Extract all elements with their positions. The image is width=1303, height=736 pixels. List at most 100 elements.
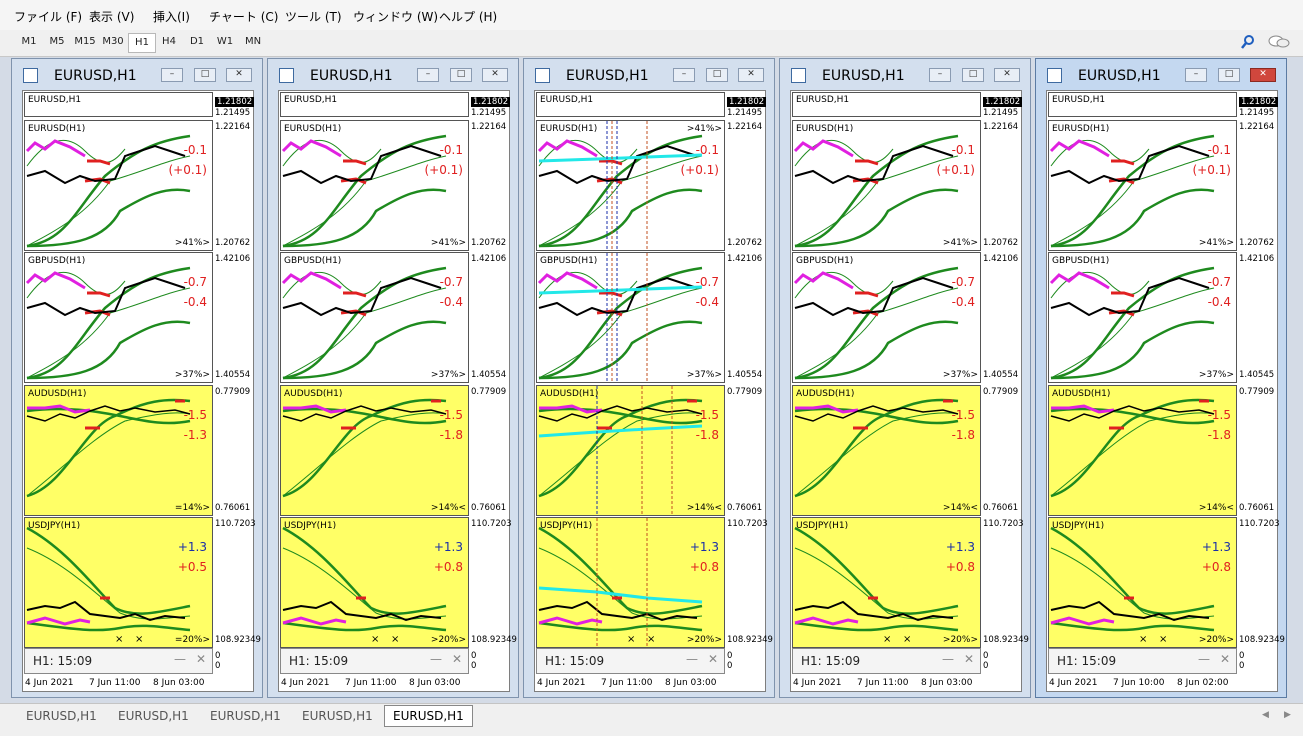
indicator-panel[interactable]: GBPUSD(H1) -0.7 -0.4 >37%>: [792, 252, 981, 383]
chart-canvas[interactable]: EURUSD,H1 1.21802 1.21495 EURUSD(H1) -0.1 (+0…: [1046, 90, 1285, 692]
price-scale-bottom: 1.40554: [215, 370, 251, 380]
menu-file[interactable]: ファイル (F): [14, 8, 82, 25]
collapse-icon[interactable]: —: [174, 652, 186, 666]
collapse-icon[interactable]: —: [430, 652, 442, 666]
strength-value-1: -0.1: [183, 143, 207, 157]
close-button[interactable]: ✕: [994, 68, 1020, 82]
strength-value-2: -0.4: [1207, 295, 1231, 309]
indicator-panel[interactable]: EURUSD(H1) -0.1 (+0.1) >41%>: [280, 120, 469, 251]
minimize-button[interactable]: –: [417, 68, 439, 82]
menu-view[interactable]: 表示 (V): [89, 8, 134, 25]
chart-tab[interactable]: EURUSD,H1: [294, 707, 381, 725]
indicator-panel[interactable]: GBPUSD(H1) -0.7 -0.4 >37%>: [24, 252, 213, 383]
close-icon[interactable]: ✕: [1220, 652, 1230, 666]
chart-canvas[interactable]: EURUSD,H1 1.21802 1.21495 EURUSD(H1) -0.1 (+0…: [790, 90, 1029, 692]
indicator-panel[interactable]: × × USDJPY(H1) +1.3 +0.8 >20%>: [1048, 517, 1237, 648]
indicator-panel[interactable]: AUDUSD(H1) -1.5 -1.3 =14%>: [24, 385, 213, 516]
price-scale-bottom: 108.92349: [983, 635, 1029, 645]
date-axis-label: 7 Jun 10:00: [1113, 678, 1165, 688]
current-price-label: 1.21802: [727, 97, 767, 107]
menu-tools[interactable]: ツール (T): [285, 8, 342, 25]
indicator-panel[interactable]: GBPUSD(H1) -0.7 -0.4 >37%>: [280, 252, 469, 383]
chart-canvas[interactable]: EURUSD,H1 1.21802 1.21495 EURUSD(H1) -0.1 (+0…: [534, 90, 773, 692]
magnifier-icon[interactable]: [1240, 34, 1256, 50]
indicator-panel[interactable]: AUDUSD(H1) -1.5 -1.8 >14%<: [280, 385, 469, 516]
close-button[interactable]: ✕: [482, 68, 508, 82]
maximize-button[interactable]: □: [450, 68, 472, 82]
close-icon[interactable]: ✕: [708, 652, 718, 666]
chart-tab[interactable]: EURUSD,H1: [110, 707, 197, 725]
indicator-panel[interactable]: × × USDJPY(H1) +1.3 +0.8 >20%>: [280, 517, 469, 648]
menu-chart[interactable]: チャート (C): [209, 8, 278, 25]
timer-panel[interactable]: H1: 15:09 — ✕: [536, 648, 725, 674]
menu-window[interactable]: ウィンドウ (W): [353, 8, 438, 25]
band-mid: [794, 412, 959, 497]
chart-canvas[interactable]: EURUSD,H1 1.21802 1.21495 EURUSD(H1) -0.1 (+0…: [278, 90, 517, 692]
indicator-panel[interactable]: AUDUSD(H1) -1.5 -1.8 >14%<: [536, 385, 725, 516]
chat-bubbles-icon[interactable]: [1267, 34, 1291, 50]
timeframe-m30[interactable]: M30: [100, 36, 126, 47]
indicator-panel[interactable]: AUDUSD(H1) -1.5 -1.8 >14%<: [792, 385, 981, 516]
indicator-plot: × ×: [538, 518, 703, 647]
menu-help[interactable]: ヘルプ (H): [439, 8, 497, 25]
close-icon[interactable]: ✕: [196, 652, 206, 666]
chart-tab[interactable]: EURUSD,H1: [18, 707, 105, 725]
window-title: EURUSD,H1: [566, 68, 649, 84]
chart-window[interactable]: EURUSD,H1– □ ✕ EURUSD,H1 1.21802 1.21495 EURUS…: [779, 58, 1031, 698]
collapse-icon[interactable]: —: [942, 652, 954, 666]
close-button[interactable]: ✕: [226, 68, 252, 82]
chart-window[interactable]: EURUSD,H1– □ ✕ EURUSD,H1 1.21802 1.21495 EURUS…: [11, 58, 263, 698]
minimize-button[interactable]: –: [929, 68, 951, 82]
indicator-panel[interactable]: × × USDJPY(H1) +1.3 +0.8 >20%>: [536, 517, 725, 648]
timer-panel[interactable]: H1: 15:09 — ✕: [1048, 648, 1237, 674]
minimize-button[interactable]: –: [1185, 68, 1207, 82]
indicator-panel[interactable]: EURUSD(H1) -0.1 (+0.1) >41%>: [1048, 120, 1237, 251]
indicator-panel[interactable]: AUDUSD(H1) -1.5 -1.8 >14%<: [1048, 385, 1237, 516]
chart-window[interactable]: EURUSD,H1– □ ✕ EURUSD,H1 1.21802 1.21495 EURUS…: [523, 58, 775, 698]
chart-tab-active[interactable]: EURUSD,H1: [384, 705, 473, 727]
timeframe-d1[interactable]: D1: [184, 36, 210, 47]
minimize-button[interactable]: –: [161, 68, 183, 82]
minimize-button[interactable]: –: [673, 68, 695, 82]
timer-panel[interactable]: H1: 15:09 — ✕: [24, 648, 213, 674]
collapse-icon[interactable]: —: [686, 652, 698, 666]
maximize-button[interactable]: □: [1218, 68, 1240, 82]
band-lower: [26, 621, 191, 632]
timeframe-m1[interactable]: M1: [16, 36, 42, 47]
close-button[interactable]: ✕: [1250, 68, 1276, 82]
close-button[interactable]: ✕: [738, 68, 764, 82]
scroll-left-icon[interactable]: ◀: [1262, 710, 1269, 720]
strength-value-2: -1.8: [695, 428, 719, 442]
price-scale-top: 1.22164: [727, 122, 763, 132]
timer-panel[interactable]: H1: 15:09 — ✕: [280, 648, 469, 674]
close-icon[interactable]: ✕: [452, 652, 462, 666]
strength-value-1: -1.5: [1207, 408, 1231, 422]
indicator-panel[interactable]: EURUSD(H1) -0.1 (+0.1) >41%>: [24, 120, 213, 251]
indicator-panel[interactable]: × × USDJPY(H1) +1.3 +0.5 =20%>: [24, 517, 213, 648]
chart-window[interactable]: EURUSD,H1– □ ✕ EURUSD,H1 1.21802 1.21495 EURUS…: [267, 58, 519, 698]
indicator-panel[interactable]: GBPUSD(H1) -0.7 -0.4 >37%>: [1048, 252, 1237, 383]
close-icon[interactable]: ✕: [964, 652, 974, 666]
indicator-panel[interactable]: × × USDJPY(H1) +1.3 +0.8 >20%>: [792, 517, 981, 648]
chart-canvas[interactable]: EURUSD,H1 1.21802 1.21495 EURUSD(H1) -0.1 (+0…: [22, 90, 261, 692]
percent-label: >41%>: [430, 238, 466, 248]
indicator-panel[interactable]: GBPUSD(H1) -0.7 -0.4 >37%>: [536, 252, 725, 383]
chart-window-icon: [791, 68, 806, 83]
timeframe-h4[interactable]: H4: [156, 36, 182, 47]
chart-window[interactable]: EURUSD,H1– □ ✕ EURUSD,H1 1.21802 1.21495 EURUS…: [1035, 58, 1287, 698]
timeframe-m15[interactable]: M15: [72, 36, 98, 47]
scroll-right-icon[interactable]: ▶: [1284, 710, 1291, 720]
timer-panel[interactable]: H1: 15:09 — ✕: [792, 648, 981, 674]
timeframe-h1[interactable]: H1: [128, 33, 156, 53]
indicator-panel[interactable]: EURUSD(H1) -0.1 (+0.1) >41%>: [792, 120, 981, 251]
maximize-button[interactable]: □: [962, 68, 984, 82]
timeframe-mn[interactable]: MN: [240, 36, 266, 47]
chart-tab[interactable]: EURUSD,H1: [202, 707, 289, 725]
maximize-button[interactable]: □: [194, 68, 216, 82]
timeframe-m5[interactable]: M5: [44, 36, 70, 47]
collapse-icon[interactable]: —: [1198, 652, 1210, 666]
menu-insert[interactable]: 挿入(I): [153, 8, 190, 25]
maximize-button[interactable]: □: [706, 68, 728, 82]
indicator-panel[interactable]: EURUSD(H1) -0.1 (+0.1) >41%>: [536, 120, 725, 251]
timeframe-w1[interactable]: W1: [212, 36, 238, 47]
